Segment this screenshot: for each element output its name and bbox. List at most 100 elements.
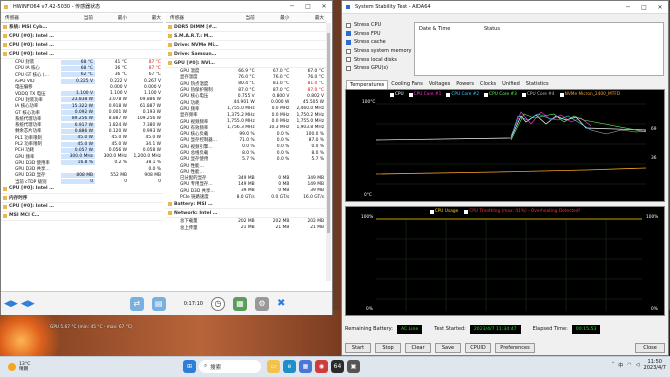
sensor-row[interactable]: PL1 功率限制 45.0 W 45.0 W 45.0 W xyxy=(1,135,163,141)
scrollbar-thumb[interactable] xyxy=(327,33,330,233)
sensor-row[interactable]: GPU 视频频率 1,755.0 MHz 0.0 MHz 1,755.0 MHz xyxy=(166,118,326,125)
sensor-row[interactable]: 系统代理功率 6.917 W 1.824 W 7.380 W xyxy=(1,122,163,128)
sensor-row[interactable]: iGPU VID 0.225 V 0.222 V 0.267 V xyxy=(1,78,163,84)
tab-2[interactable]: Voltages xyxy=(426,80,453,89)
sensor-row[interactable]: GPU D3D 使用率 16.8 % 0.2 % 38.1 % xyxy=(1,160,163,166)
sensor-row[interactable]: PCIe 链路速度 8.0 GT/s 0.0 GT/s 16.0 GT/s xyxy=(166,194,326,201)
sensor-row[interactable]: GPU 显存控制器… 71.0 % 0.0 % 87.0 % xyxy=(166,137,326,144)
sensor-row[interactable]: GPU 核心负载 99.0 % 0.0 % 100.0 % xyxy=(166,131,326,138)
stress-option[interactable]: Stress local disks xyxy=(346,55,416,64)
stress-option[interactable]: Stress FPU xyxy=(346,30,416,39)
tab-5[interactable]: Unified xyxy=(499,80,523,89)
tab-6[interactable]: Statistics xyxy=(523,80,552,89)
stress-option[interactable]: Stress cache xyxy=(346,38,416,47)
sensor-group[interactable]: DDR5 DIMM [#… xyxy=(166,23,326,32)
sensor-row[interactable]: GPU D3D 显存 808 MB 552 MB 908 MB xyxy=(1,172,163,178)
sensor-row[interactable]: GPU 核心电压 0.755 V 0.800 V 0.802 V xyxy=(166,93,326,100)
report-icon[interactable]: ▦ xyxy=(232,296,247,311)
sensor-row[interactable]: 总下载量 202 MB 202 MB 202 MB xyxy=(166,218,326,225)
sensor-group[interactable]: Battery: MSI … xyxy=(166,200,326,210)
sensor-group[interactable]: Drive: NVMe Mi… xyxy=(166,41,326,50)
maximize-button[interactable]: □ xyxy=(300,3,316,10)
settings-icon[interactable]: ⚙ xyxy=(254,296,269,311)
sensor-group[interactable]: MSI MCI C… xyxy=(1,212,163,221)
sensor-row[interactable]: GPU 热保护限制 87.0 °C 87.0 °C 87.0 °C xyxy=(166,87,326,94)
column-0[interactable]: 传感器 xyxy=(166,15,222,21)
network-icon[interactable]: ⇄ xyxy=(129,296,144,311)
sensor-row[interactable]: GPU 有效频率 1,756.3 MHz 10.3 MHz 1,903.8 MHz xyxy=(166,125,326,131)
sensor-row[interactable]: GPU 频率 1,755.0 MHz 0.0 MHz 2,460.0 MHz xyxy=(166,106,326,112)
button-stop[interactable]: Stop xyxy=(375,343,401,353)
sensor-row[interactable]: CPU 封装 68 °C 41 °C 87 °C xyxy=(1,59,163,65)
stress-checkbox[interactable] xyxy=(346,22,351,28)
column-1[interactable]: 当前 xyxy=(222,15,257,21)
stress-option[interactable]: Stress CPU xyxy=(346,21,416,30)
stress-checkbox[interactable] xyxy=(346,39,351,45)
minimize-button[interactable]: ─ xyxy=(620,4,636,11)
edge-icon[interactable]: e xyxy=(283,360,296,373)
close-sensors-icon[interactable]: ✖ xyxy=(277,298,285,309)
sensor-row[interactable]: GPU 显存使用 5.7 % 0.0 % 5.7 % xyxy=(166,156,326,163)
button-close[interactable]: Close xyxy=(635,343,665,353)
sensor-row[interactable]: GPU 功耗 44.901 W 0.000 W 45.505 W xyxy=(166,99,326,106)
stress-option[interactable]: Stress system memory xyxy=(346,47,416,56)
maximize-button[interactable]: □ xyxy=(636,4,652,11)
sensor-row[interactable]: GPU 总线负载 8.0 % 0.0 % 8.0 % xyxy=(166,150,326,157)
wifi-icon[interactable]: ◠ xyxy=(627,362,631,368)
tab-1[interactable]: Cooling Fans xyxy=(388,80,426,89)
sensor-row[interactable]: GPU 频率 300.0 MHz 300.0 MHz 1,200.0 MHz xyxy=(1,153,163,160)
tab-3[interactable]: Powers xyxy=(453,80,477,89)
column-2[interactable]: 最小 xyxy=(95,15,129,21)
close-button[interactable]: ✕ xyxy=(316,3,332,10)
sensor-row[interactable]: 总上传量 21 MB 21 MB 21 MB xyxy=(166,225,326,231)
stress-checkbox[interactable] xyxy=(346,57,351,63)
column-3[interactable]: 最大 xyxy=(291,15,326,21)
search-box[interactable]: ⌕ 搜索 xyxy=(199,360,261,373)
button-clear[interactable]: Clear xyxy=(405,343,431,353)
sensor-group[interactable]: 系统: MSI Cyb… xyxy=(1,23,163,32)
sensor-row[interactable]: CPU IA 核心 68 °C 36 °C 87 °C xyxy=(1,65,163,71)
sensor-row[interactable]: GPU 温度 66.9 °C 67.0 °C 67.0 °C xyxy=(166,68,326,75)
stress-checkbox[interactable] xyxy=(346,48,351,54)
sensor-row[interactable]: 显存温度 76.0 °C 76.0 °C 76.0 °C xyxy=(166,74,326,81)
sensor-row[interactable]: GPU 视频引擎… 0.0 % 0.0 % 0.0 % xyxy=(166,144,326,150)
minimize-button[interactable]: ─ xyxy=(284,3,300,10)
lang-indicator[interactable]: 中 xyxy=(618,362,623,369)
clock[interactable]: 11:50 2023/4/7 xyxy=(644,359,666,371)
sensor-group[interactable]: CPU [#0]: Intel … xyxy=(1,50,163,59)
column-3[interactable]: 最大 xyxy=(129,15,163,21)
sensor-group[interactable]: GPU [#0]: NVI… xyxy=(166,59,326,68)
sensor-row[interactable]: PL2 功率限制 45.0 W 45.0 W 34.1 W xyxy=(1,141,163,147)
sensor-row[interactable]: GT 核心功率 0.092 W 0.001 W 0.193 W xyxy=(1,109,163,116)
tab-4[interactable]: Clocks xyxy=(477,80,499,89)
sensor-row[interactable]: IA 核心功率 15.322 W 0.918 W 61.887 W xyxy=(1,103,163,109)
app-icon[interactable]: ◉ xyxy=(315,360,328,373)
scrollbar[interactable] xyxy=(326,23,331,281)
sensor-row[interactable]: VDDQ TX 电压 1.100 V 1.100 V 1.100 V xyxy=(1,90,163,97)
sensor-group[interactable]: CPU [#0]: Intel … xyxy=(1,41,163,50)
sensor-group[interactable]: Drive: Samsun… xyxy=(166,50,326,59)
sensor-row[interactable]: GPU 专用显存… 149 MB 0 MB 149 MB xyxy=(166,181,326,188)
stress-option[interactable]: Stress GPU(s) xyxy=(346,64,416,73)
button-cpuid[interactable]: CPUID xyxy=(465,343,491,353)
button-preferences[interactable]: Preferences xyxy=(495,343,535,353)
sensor-group[interactable]: 内存时序 xyxy=(1,194,163,203)
stress-checkbox[interactable] xyxy=(346,65,351,71)
column-2[interactable]: 最小 xyxy=(257,15,292,21)
sensor-row[interactable]: CPU GT 核心 (… 62 °C 36 °C 67 °C xyxy=(1,72,163,78)
store-icon[interactable]: ▦ xyxy=(299,360,312,373)
aida-taskbar-icon[interactable]: 64 xyxy=(331,360,344,373)
hwinfo-taskbar-icon[interactable]: ▣ xyxy=(347,360,360,373)
sensor-group[interactable]: CPU [#0]: Intel … xyxy=(1,203,163,212)
close-button[interactable]: ✕ xyxy=(652,4,668,11)
sensor-row[interactable]: GPU 热点温度 80.4 °C 81.0 °C 81.0 °C xyxy=(166,81,326,87)
tab-0[interactable]: Temperatures xyxy=(346,80,389,89)
weather-widget[interactable]: 13°C 晴朗 xyxy=(8,362,30,373)
column-1[interactable]: 当前 xyxy=(61,15,95,21)
nav-right-icon[interactable]: ◀▶ xyxy=(21,299,35,309)
sensor-row[interactable]: 显存频率 1,375.2 MHz 0.0 MHz 1,750.2 MHz xyxy=(166,112,326,119)
sensor-group[interactable]: Network: Intel … xyxy=(166,209,326,219)
sensor-row[interactable]: 剩余芯片功率 0.886 W 0.120 W 0.993 W xyxy=(1,128,163,134)
button-start[interactable]: Start xyxy=(345,343,371,353)
stress-checkbox[interactable] xyxy=(346,31,351,37)
